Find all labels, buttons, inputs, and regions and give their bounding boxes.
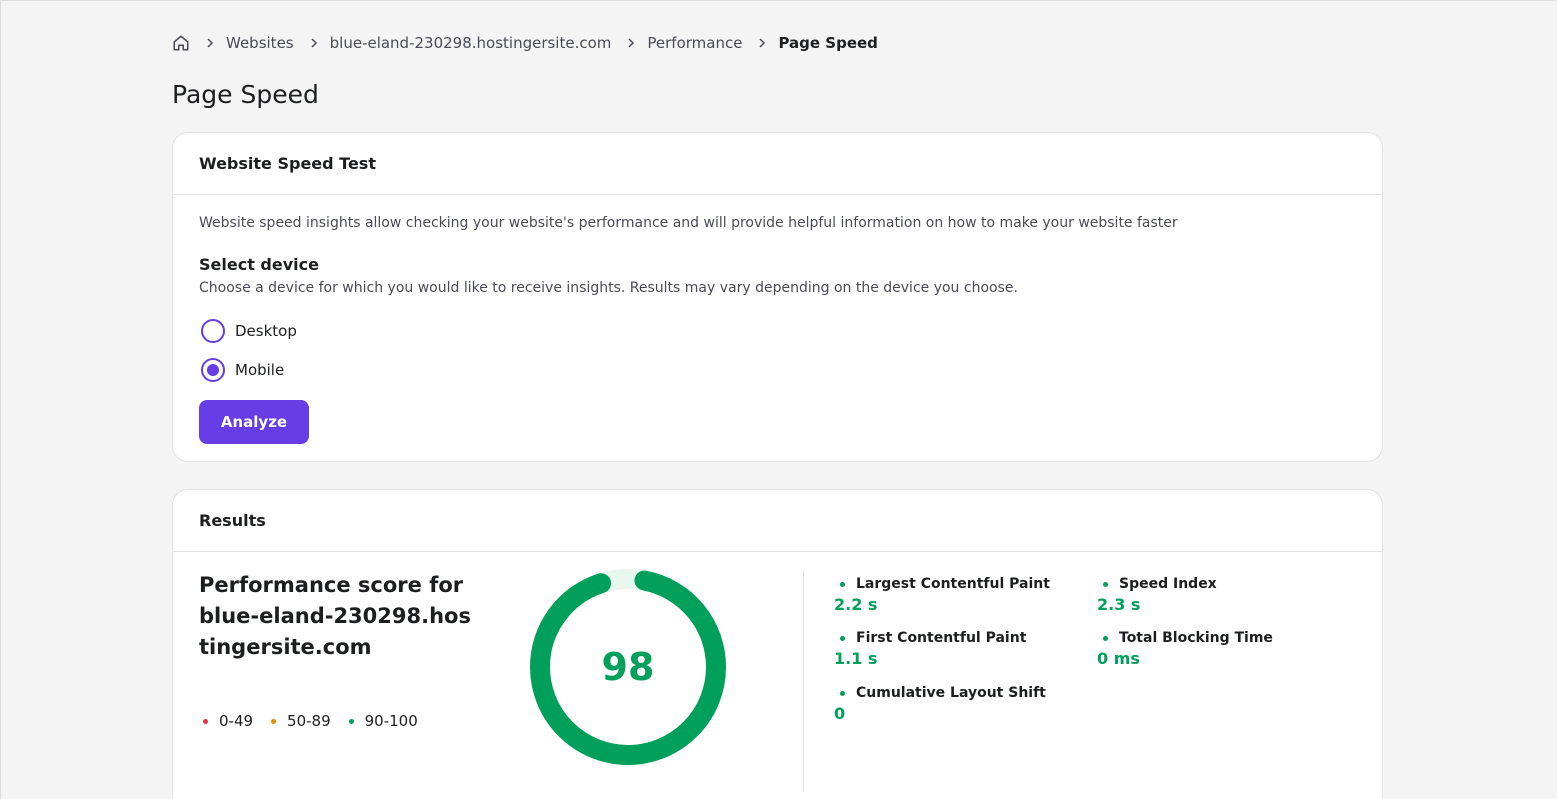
chevron-right-icon [754, 35, 770, 51]
metric-speed-index: Speed Index 2.3 s [1097, 576, 1217, 614]
metric-lcp: Largest Contentful Paint 2.2 s [834, 576, 1050, 614]
metric-name: Total Blocking Time [1119, 630, 1273, 646]
metric-name: Speed Index [1119, 576, 1217, 592]
breadcrumb-current: Page Speed [778, 34, 878, 52]
metric-value: 2.2 s [834, 595, 878, 614]
chevron-right-icon [306, 35, 322, 51]
metric-cls: Cumulative Layout Shift 0 [834, 685, 1046, 723]
score-gauge: 98 [529, 568, 727, 766]
select-device-description: Choose a device for which you would like… [199, 280, 1018, 296]
speed-test-card: Website Speed Test Website speed insight… [172, 132, 1383, 462]
desktop-radio-option[interactable]: Desktop [199, 319, 297, 343]
legend-label: 0-49 [219, 712, 254, 730]
performance-score-title: Performance score for blue-eland-230298.… [199, 573, 471, 659]
home-icon[interactable] [172, 34, 190, 52]
metric-fcp: First Contentful Paint 1.1 s [834, 630, 1026, 668]
score-value: 98 [601, 645, 655, 689]
radio-selected-dot [207, 364, 219, 376]
legend-label: 90-100 [364, 712, 418, 730]
results-card: Results Performance score for blue-eland… [172, 489, 1383, 799]
legend-label: 50-89 [287, 712, 331, 730]
metric-name: Largest Contentful Paint [856, 576, 1050, 592]
status-dot-green [840, 635, 845, 641]
chevron-right-icon [623, 35, 639, 51]
select-device-title: Select device [199, 255, 319, 274]
legend-item-poor: 0-49 [203, 712, 253, 730]
legend-item-good: 90-100 [348, 712, 418, 730]
breadcrumb-website[interactable]: blue-eland-230298.hostingersite.com [330, 34, 612, 52]
metric-tbt: Total Blocking Time 0 ms [1097, 630, 1273, 668]
legend-dot-green [348, 718, 354, 724]
page-title: Page Speed [172, 80, 319, 109]
metric-name: Cumulative Layout Shift [856, 685, 1046, 701]
mobile-radio[interactable] [201, 358, 225, 382]
breadcrumb: Websites blue-eland-230298.hostingersite… [172, 32, 878, 54]
results-title: Results [173, 490, 1382, 552]
speed-test-description: Website speed insights allow checking yo… [199, 215, 1178, 231]
status-dot-green [840, 581, 845, 587]
speed-test-title: Website Speed Test [173, 133, 1382, 195]
legend-item-average: 50-89 [271, 712, 331, 730]
breadcrumb-websites[interactable]: Websites [226, 34, 294, 52]
status-dot-green [1103, 581, 1108, 587]
metric-name: First Contentful Paint [856, 630, 1027, 646]
desktop-radio-label: Desktop [235, 322, 297, 340]
status-dot-green [1103, 635, 1108, 641]
status-dot-green [840, 690, 845, 696]
metric-value: 1.1 s [834, 649, 878, 668]
desktop-radio[interactable] [201, 319, 225, 343]
metric-value: 0 [834, 704, 846, 723]
legend-dot-red [203, 718, 208, 724]
results-divider [803, 570, 804, 792]
legend-dot-orange [271, 718, 277, 724]
score-legend: 0-49 50-89 90-100 [203, 712, 436, 730]
breadcrumb-performance[interactable]: Performance [647, 34, 742, 52]
chevron-right-icon [202, 35, 218, 51]
mobile-radio-label: Mobile [235, 361, 285, 379]
metric-value: 0 ms [1097, 649, 1140, 668]
analyze-button[interactable]: Analyze [199, 400, 309, 444]
metric-value: 2.3 s [1097, 595, 1141, 614]
mobile-radio-option[interactable]: Mobile [199, 358, 284, 382]
